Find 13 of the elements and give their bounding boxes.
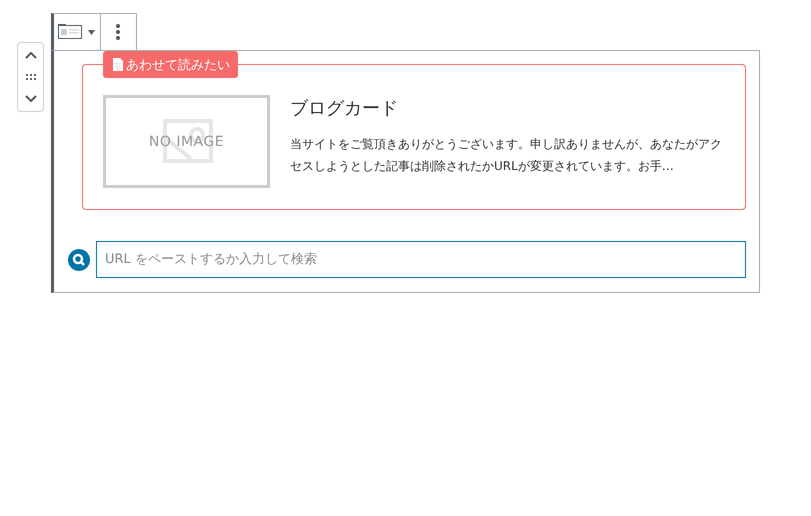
card-label-text: あわせて読みたい	[126, 56, 230, 74]
move-up-icon[interactable]	[24, 51, 36, 59]
no-image-text: NO IMAGE	[148, 134, 224, 150]
card-title: ブログカード	[290, 97, 399, 120]
more-icon	[116, 24, 120, 40]
drag-handle-icon[interactable]	[26, 74, 36, 80]
url-input-field[interactable]: URL をペーストするか入力して検索	[96, 241, 746, 278]
move-down-icon[interactable]	[24, 95, 36, 103]
caret-icon	[88, 30, 96, 34]
card-excerpt: 当サイトをご覧頂きありがとうございます。申し訳ありませんが、あなたがアクセスしようとした記事は削除されたかURLが変更されています。お手…	[290, 136, 723, 175]
search-icon[interactable]	[68, 248, 90, 270]
card-layout-icon	[58, 24, 84, 40]
document-icon	[113, 58, 123, 71]
